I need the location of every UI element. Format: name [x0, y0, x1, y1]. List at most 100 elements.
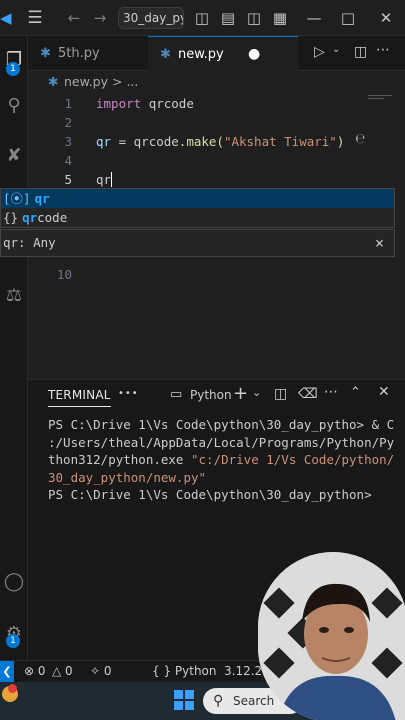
customize-layout-icon[interactable]: ▦	[270, 9, 290, 27]
line-number: 5	[64, 172, 72, 187]
minimap[interactable]	[368, 93, 392, 103]
back-arrow-icon[interactable]: ←	[64, 9, 84, 27]
suggestion-item[interactable]: {} qrcode	[1, 208, 394, 227]
windows-start-icon[interactable]	[174, 690, 194, 710]
string-literal: "Akshat Tiwari"	[223, 134, 337, 149]
close-panel-icon[interactable]: ✕	[378, 384, 390, 400]
unsaved-dot-icon[interactable]: ●	[248, 37, 260, 72]
close-paren: )	[336, 134, 345, 149]
language-mode[interactable]: { } Python	[152, 661, 217, 682]
module-icon: {}	[3, 210, 19, 225]
source-control-icon[interactable]: ✘	[0, 142, 28, 170]
app-menu-icon[interactable]: ☰	[25, 9, 45, 27]
activity-bar: ❐ 1 ⚲ ✘ ⚖ ◯ ⚙ 1	[0, 36, 28, 660]
forward-arrow-icon[interactable]: →	[90, 9, 110, 27]
terminal-text: thon312/python.exe	[48, 452, 191, 467]
editor-tabs: ✱ 5th.py ✱ new.py ● ▷ ⌄ ◫ ⋯	[28, 36, 405, 71]
python-file-icon: ✱	[40, 46, 51, 61]
notification-badge	[8, 684, 17, 693]
object-qrcode: qrcode	[133, 134, 179, 149]
panel-header: TERMINAL ••• ▭ Python + ⌄ ◫ ⌫ ⋯ ⌃ ✕	[28, 380, 405, 412]
accounts-icon[interactable]: ◯	[0, 568, 28, 596]
python-file-icon: ✱	[48, 74, 59, 89]
error-count: 0	[37, 664, 46, 678]
text-cursor-icon: ℮	[356, 131, 365, 147]
suggestion-item-selected[interactable]: [⦿] qr	[1, 189, 394, 208]
code-line-3: qr = qrcode.make("Akshat Tiwari")	[96, 134, 344, 149]
title-bar: ◀ ☰ ← → 30_day_pyt ◫ ▤ ◫ ▦ — □ ✕	[0, 0, 405, 36]
search-icon: ⚲	[213, 693, 224, 709]
close-icon[interactable]: ✕	[376, 9, 396, 27]
breadcrumb-file[interactable]: new.py	[64, 74, 108, 89]
search-icon[interactable]: ⚲	[0, 92, 28, 120]
vscode-logo-icon: ◀	[0, 9, 12, 27]
kill-terminal-icon[interactable]: ⌫	[298, 386, 318, 402]
terminal-line: 30_day_python/new.py"	[48, 469, 207, 485]
problems-errors[interactable]: ⊗ 0	[24, 661, 46, 682]
split-editor-icon[interactable]: ◫	[354, 44, 367, 60]
terminal-dropdown-icon[interactable]: ⌄	[252, 386, 261, 399]
layout-panel-icon[interactable]: ▤	[218, 9, 238, 27]
terminal-shell-label[interactable]: Python	[190, 388, 232, 402]
python-file-icon: ✱	[160, 47, 171, 62]
variable-icon: [⦿]	[3, 191, 31, 206]
tab-terminal[interactable]: TERMINAL	[48, 388, 111, 407]
breadcrumb-more[interactable]: ...	[126, 74, 138, 89]
panel-more-icon[interactable]: •••	[118, 388, 139, 399]
terminal-line: PS C:\Drive 1\Vs Code\python\30_day_pyth…	[48, 417, 395, 432]
line-number: 4	[64, 153, 72, 168]
suggest-widget: [⦿] qr {} qrcode	[0, 188, 395, 228]
module-name: qrcode	[148, 96, 194, 111]
testing-icon[interactable]: ⚖	[0, 282, 28, 310]
caret	[111, 172, 113, 187]
breadcrumb-separator: >	[111, 74, 123, 89]
command-center-search[interactable]: 30_day_pyt	[118, 7, 184, 29]
suggestion-rest: code	[37, 210, 68, 225]
maximize-panel-icon[interactable]: ⌃	[350, 385, 361, 400]
more-actions-icon[interactable]: ⋯	[376, 42, 391, 58]
line-number: 1	[64, 96, 72, 111]
keyword-import: import	[96, 96, 142, 111]
warning-count: 0	[65, 664, 73, 678]
terminal-prompt: PS C:\Drive 1\Vs Code\python\30_day_pyth…	[48, 487, 372, 502]
minimize-icon[interactable]: —	[304, 9, 324, 27]
explorer-badge: 1	[6, 62, 20, 76]
problems-warnings[interactable]: △ 0	[52, 661, 73, 682]
suggestion-match: qr	[34, 191, 50, 206]
tab-label: new.py	[178, 47, 224, 62]
panel-actions-icon[interactable]: ⋯	[324, 384, 338, 400]
breadcrumb: ✱ new.py > ...	[28, 71, 405, 93]
run-python-icon[interactable]: ▷	[314, 44, 325, 60]
details-text: qr: Any	[3, 235, 56, 250]
presenter-video-icon	[258, 552, 405, 720]
line-number: 10	[56, 267, 72, 282]
terminal-output[interactable]: PS C:\Drive 1\Vs Code\python\30_day_pyth…	[48, 416, 398, 504]
tab-5th-py[interactable]: ✱ 5th.py	[28, 36, 146, 71]
close-details-icon[interactable]: ×	[375, 230, 384, 256]
suggest-details: qr: Any ×	[0, 229, 395, 257]
remote-indicator-icon[interactable]: ❮	[0, 661, 14, 683]
terminal-path-string: "c:/Drive 1/Vs Code/python/	[191, 452, 395, 467]
variable-qr: qr	[96, 134, 112, 149]
new-terminal-icon[interactable]: +	[233, 383, 248, 404]
webcam-overlay	[258, 552, 405, 720]
split-terminal-icon[interactable]: ◫	[274, 386, 287, 402]
taskbar-search-placeholder: Search	[233, 694, 275, 708]
line-number: 3	[64, 134, 72, 149]
language-label: Python	[174, 664, 217, 678]
ports-count: 0	[103, 664, 112, 678]
layout-secondary-icon[interactable]: ◫	[244, 9, 264, 27]
ports-indicator[interactable]: ✧ 0	[90, 661, 112, 682]
settings-badge: 1	[6, 634, 20, 648]
code-line-1: import qrcode	[96, 96, 194, 111]
code-line-5: qr	[96, 172, 113, 187]
assign-operator: =	[111, 134, 134, 149]
run-dropdown-icon[interactable]: ⌄	[332, 44, 340, 55]
tab-label: 5th.py	[58, 46, 100, 61]
layout-sidebar-icon[interactable]: ◫	[192, 9, 212, 27]
terminal-line: thon312/python.exe "c:/Drive 1/Vs Code/p…	[48, 451, 398, 469]
line-number: 2	[64, 115, 72, 130]
maximize-icon[interactable]: □	[338, 9, 358, 27]
terminal-shell-icon: ▭	[170, 387, 183, 402]
tab-new-py[interactable]: ✱ new.py ●	[148, 36, 298, 71]
